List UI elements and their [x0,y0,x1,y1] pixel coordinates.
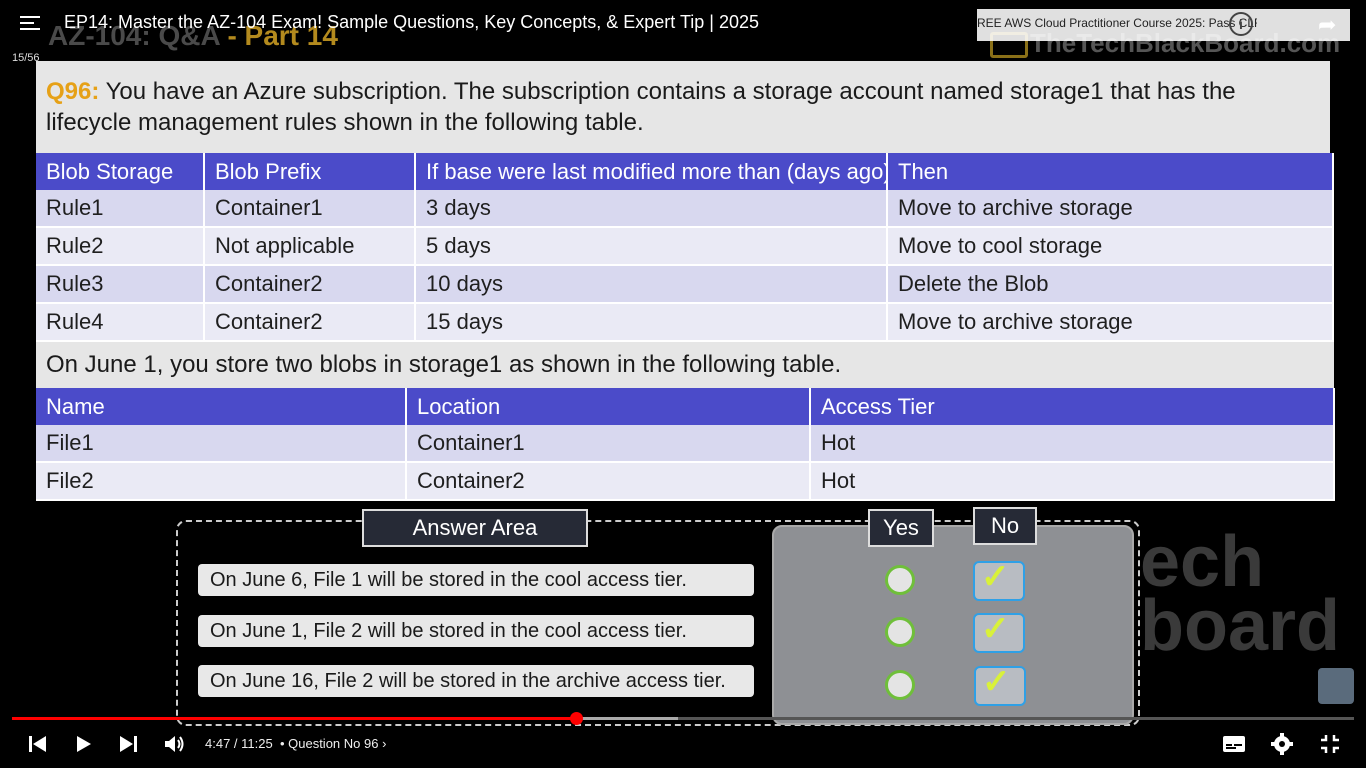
blobs-header-cell: Access Tier [810,388,1335,425]
previous-icon[interactable] [28,735,48,753]
brand-watermark: ech board [1140,522,1341,666]
checkmark-icon: ✓ [982,663,1011,701]
table-row: Rule1 Container1 3 days Move to archive … [36,190,1334,228]
table-cell: Container1 [204,190,416,228]
rules-table: Blob Storage Blob Prefix If base were la… [36,153,1334,342]
table-cell: Rule4 [36,303,205,342]
table-cell: Rule1 [36,190,205,228]
play-icon[interactable] [76,735,92,753]
yes-no-panel [772,525,1134,725]
rules-header-cell: Blob Storage [36,153,205,190]
table-cell: 5 days [415,227,888,266]
no-column-label: No [973,507,1037,545]
table-cell: 15 days [415,303,888,342]
no-checkbox-1[interactable]: ✓ [973,558,1025,601]
table-row: Rule3 Container2 10 days Delete the Blob [36,265,1334,304]
table-row: File1 Container1 Hot [36,425,1335,463]
next-video-title[interactable]: REE AWS Cloud Practitioner Course 2025: … [977,16,1257,30]
table-cell: File1 [36,425,407,463]
checkmark-icon: ✓ [981,610,1010,648]
no-checkbox-3[interactable]: ✓ [974,663,1026,706]
exit-fullscreen-icon[interactable] [1320,734,1340,754]
time-display: 4:47 / 11:25 • Question No 96 › [205,736,387,751]
no-checkbox-2[interactable]: ✓ [973,610,1025,653]
yes-column-label: Yes [868,509,934,547]
rules-header-row: Blob Storage Blob Prefix If base were la… [36,153,1334,190]
settings-gear-icon[interactable] [1271,733,1293,755]
table-cell: Container2 [204,303,416,342]
question-text: Q96: You have an Azure subscription. The… [46,78,1236,136]
table-cell: Delete the Blob [887,265,1334,304]
answer-area-title: Answer Area [362,509,588,547]
table-cell: Move to cool storage [887,227,1334,266]
table-cell: Hot [810,425,1335,463]
blobs-header-row: Name Location Access Tier [36,388,1335,425]
yes-radio-1[interactable] [885,565,915,595]
answer-statement-1: On June 6, File 1 will be stored in the … [198,564,754,596]
progress-buffered [576,717,678,720]
checkmark-icon: ✓ [981,558,1010,596]
blobs-table: Name Location Access Tier File1 Containe… [36,388,1335,501]
blobs-header-cell: Name [36,388,407,425]
yes-radio-3[interactable] [885,670,915,700]
share-icon[interactable]: ➦ [1318,12,1336,38]
video-title[interactable]: EP14: Master the AZ-104 Exam! Sample Que… [64,12,759,33]
yes-radio-2[interactable] [885,617,915,647]
answer-statement-2: On June 1, File 2 will be stored in the … [198,615,754,647]
table-cell: Container2 [204,265,416,304]
rules-header-cell: Blob Prefix [204,153,416,190]
table-cell: Hot [810,462,1335,501]
table-cell: Container1 [406,425,811,463]
table-cell: File2 [36,462,407,501]
presenter-avatar [1318,668,1354,704]
playlist-counter: 15/56 [12,52,40,64]
table-row: Rule4 Container2 15 days Move to archive… [36,303,1334,342]
progress-played [12,717,576,720]
info-icon[interactable]: i [1229,12,1253,36]
table-cell: Container2 [406,462,811,501]
table-row: Rule2 Not applicable 5 days Move to cool… [36,227,1334,266]
table-cell: 10 days [415,265,888,304]
table-cell: Rule2 [36,227,205,266]
rules-header-cell: If base were last modified more than (da… [415,153,888,190]
playlist-menu-icon[interactable] [20,16,40,34]
table-row: File2 Container2 Hot [36,462,1335,501]
answer-statement-3: On June 16, File 2 will be stored in the… [198,665,754,697]
table-cell: 3 days [415,190,888,228]
next-icon[interactable] [119,735,139,753]
mid-text: On June 1, you store two blobs in storag… [46,351,842,378]
rules-header-cell: Then [887,153,1334,190]
table-cell: Rule3 [36,265,205,304]
table-cell: Move to archive storage [887,190,1334,228]
subtitles-icon[interactable] [1222,735,1246,753]
progress-scrubber[interactable] [570,712,583,725]
chevron-right-icon[interactable]: › [382,736,386,751]
volume-icon[interactable] [164,734,186,754]
table-cell: Move to archive storage [887,303,1334,342]
blobs-header-cell: Location [406,388,811,425]
chapter-title[interactable]: • Question No 96 [280,736,379,751]
table-cell: Not applicable [204,227,416,266]
